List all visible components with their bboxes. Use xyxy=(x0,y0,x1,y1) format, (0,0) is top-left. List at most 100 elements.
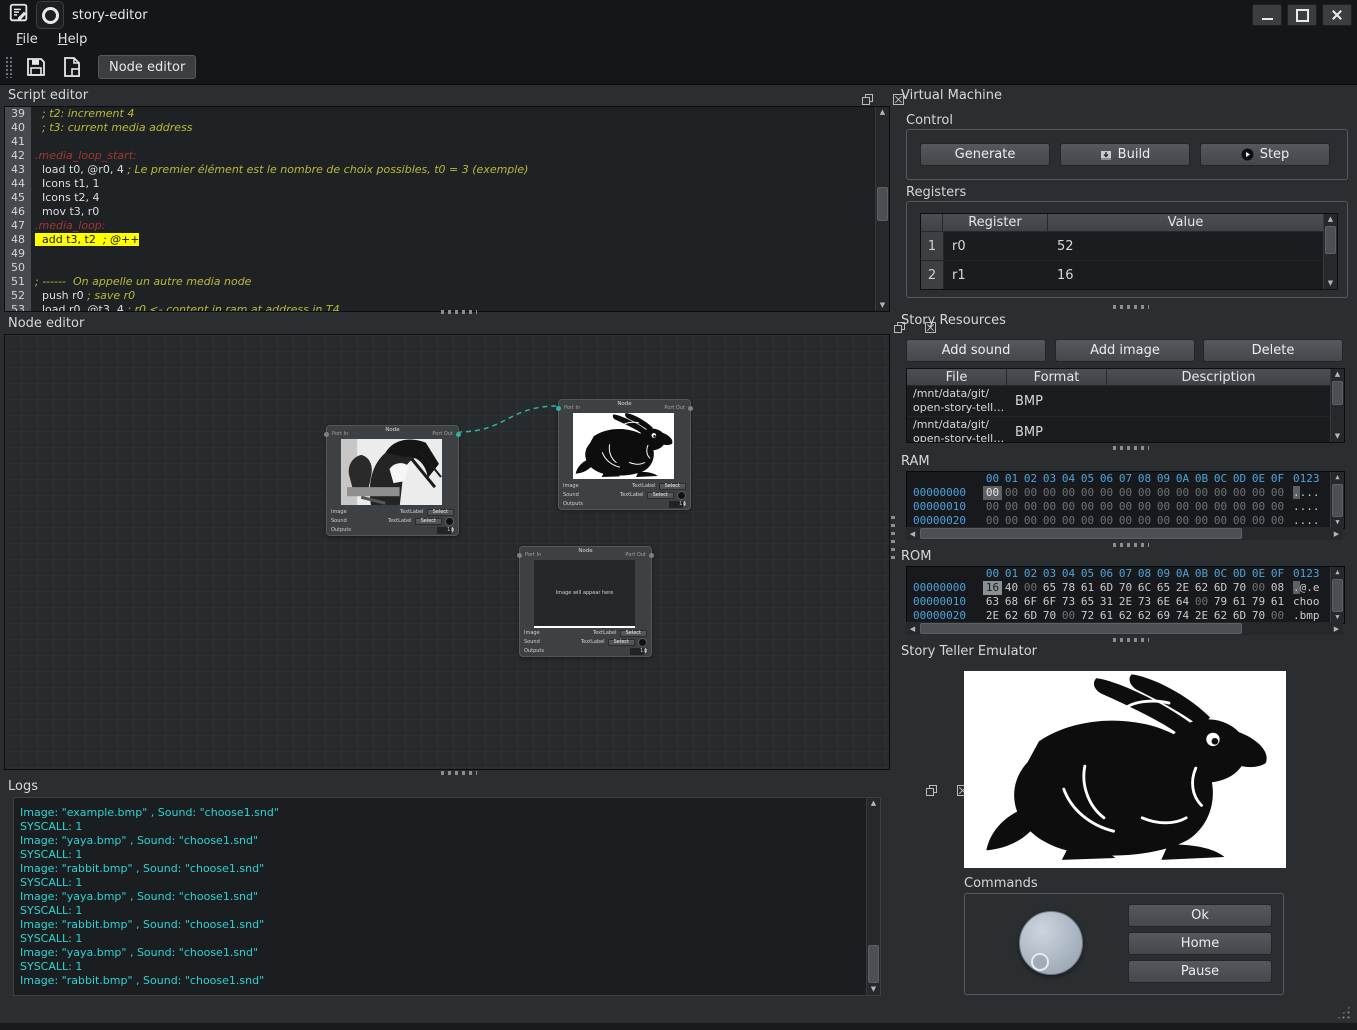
hex-byte[interactable]: 62 xyxy=(1135,609,1154,623)
registers-table[interactable]: RegisterValue1r0522r116▲▼ xyxy=(920,213,1338,290)
scroll-down-arrow-icon[interactable]: ▼ xyxy=(876,300,889,311)
hex-byte[interactable]: 00 xyxy=(1268,486,1287,500)
outputs-spinbox[interactable]: 1▲▼ xyxy=(630,648,647,655)
hex-byte[interactable]: 2E xyxy=(1173,581,1192,595)
table-row[interactable]: 2r116 xyxy=(921,261,1337,290)
hex-byte[interactable]: 00 xyxy=(1192,595,1211,609)
hex-byte[interactable]: 70 xyxy=(1116,581,1135,595)
hex-byte[interactable]: 00 xyxy=(1211,500,1230,514)
hex-byte[interactable]: 00 xyxy=(1097,514,1116,528)
script-line[interactable]: 44 Icons t1, 1 xyxy=(5,177,889,191)
spin-arrows-icon[interactable]: ▲▼ xyxy=(451,527,454,534)
hex-byte[interactable]: 62 xyxy=(1192,581,1211,595)
hex-byte[interactable]: 00 xyxy=(1059,500,1078,514)
hex-byte[interactable]: 00 xyxy=(983,500,1002,514)
hex-vscrollbar[interactable]: ▲▼ xyxy=(1330,472,1344,528)
hex-byte[interactable]: 62 xyxy=(1002,609,1021,623)
hex-byte[interactable]: 00 xyxy=(1268,609,1287,623)
resources-table[interactable]: FileFormatDescription/mnt/data/git/ open… xyxy=(906,368,1345,443)
sound-play-icon[interactable] xyxy=(677,491,686,500)
hex-byte[interactable]: 00 xyxy=(1230,500,1249,514)
hex-byte[interactable]: 00 xyxy=(1097,486,1116,500)
script-editor[interactable]: 39 ; t2: increment 440 ; t3: current med… xyxy=(4,106,890,312)
hex-byte[interactable]: 2E xyxy=(983,609,1002,623)
hex-byte[interactable]: 00 xyxy=(1078,514,1097,528)
splitter-ram-rom[interactable] xyxy=(1113,543,1149,547)
scrollbar-thumb[interactable] xyxy=(1332,484,1343,517)
hex-byte[interactable]: 61 xyxy=(1230,595,1249,609)
minimize-button[interactable] xyxy=(1252,4,1282,26)
hex-byte[interactable]: 65 xyxy=(1040,581,1059,595)
scroll-up-arrow-icon[interactable]: ▲ xyxy=(867,798,880,809)
hex-byte[interactable]: 00 xyxy=(1059,514,1078,528)
scrollbar-thumb[interactable] xyxy=(920,623,1242,634)
hex-byte[interactable]: 00 xyxy=(1249,514,1268,528)
splitter-resources-ram[interactable] xyxy=(1113,446,1149,450)
hex-byte[interactable]: 00 xyxy=(983,486,1002,500)
hex-byte[interactable]: 00 xyxy=(1059,609,1078,623)
hex-byte[interactable]: 00 xyxy=(1154,514,1173,528)
hex-byte[interactable]: 40 xyxy=(1002,581,1021,595)
hex-byte[interactable]: 00 xyxy=(1249,500,1268,514)
hex-byte[interactable]: 2E xyxy=(1116,595,1135,609)
scroll-right-arrow-icon[interactable]: ▶ xyxy=(1330,625,1343,633)
hex-byte[interactable]: 00 xyxy=(1135,486,1154,500)
column-header-value[interactable]: Value xyxy=(1048,214,1324,232)
splitter-node-logs[interactable] xyxy=(441,771,477,775)
script-line[interactable]: 39 ; t2: increment 4 xyxy=(5,107,889,121)
hex-row[interactable]: 0000002000000000000000000000000000000000… xyxy=(907,514,1344,528)
hex-byte[interactable]: 6D xyxy=(1211,581,1230,595)
port-out-dot[interactable] xyxy=(688,406,693,411)
hex-byte[interactable]: 00 xyxy=(1116,486,1135,500)
logs-scrollbar[interactable]: ▲ ▼ xyxy=(866,798,880,995)
hex-byte[interactable]: 00 xyxy=(1040,514,1059,528)
hex-byte[interactable]: 70 xyxy=(1040,609,1059,623)
scroll-down-arrow-icon[interactable]: ▼ xyxy=(867,984,880,995)
hex-byte[interactable]: 00 xyxy=(1116,500,1135,514)
port-in-dot[interactable] xyxy=(517,553,522,558)
script-line[interactable]: 42.media_loop_start: xyxy=(5,149,889,163)
hex-byte[interactable]: 61 xyxy=(1078,581,1097,595)
script-editor-scrollbar[interactable]: ▲ ▼ xyxy=(875,107,889,311)
save-button[interactable] xyxy=(24,55,48,79)
script-line[interactable]: 49 xyxy=(5,247,889,261)
hex-byte[interactable]: 00 xyxy=(1135,500,1154,514)
hex-byte[interactable]: 00 xyxy=(1268,500,1287,514)
hex-byte[interactable]: 00 xyxy=(1002,500,1021,514)
hex-byte[interactable]: 00 xyxy=(1249,581,1268,595)
script-line[interactable]: 50 xyxy=(5,261,889,275)
resource-row[interactable]: /mnt/data/git/ open-story-tell…BMP xyxy=(907,417,1344,443)
hex-byte[interactable]: 00 xyxy=(983,514,1002,528)
outputs-spinbox[interactable]: 1▲▼ xyxy=(437,527,454,534)
hex-byte[interactable]: 00 xyxy=(1192,486,1211,500)
hex-byte[interactable]: 00 xyxy=(1135,514,1154,528)
hex-row[interactable]: 0000001000000000000000000000000000000000… xyxy=(907,500,1344,514)
hex-byte[interactable]: 00 xyxy=(1230,486,1249,500)
scrollbar-thumb[interactable] xyxy=(1325,226,1336,254)
spin-arrows-icon[interactable]: ▲▼ xyxy=(644,648,647,655)
hex-byte[interactable]: 00 xyxy=(1192,500,1211,514)
hex-byte[interactable]: 63 xyxy=(983,595,1002,609)
menu-item-file[interactable]: File xyxy=(6,30,48,50)
story-node[interactable]: NodePort InPort OutImage will appear her… xyxy=(519,546,652,657)
hex-byte[interactable]: 00 xyxy=(1211,486,1230,500)
hex-byte[interactable]: 6F xyxy=(1040,595,1059,609)
hex-byte[interactable]: 00 xyxy=(1154,486,1173,500)
hex-byte[interactable]: 68 xyxy=(1002,595,1021,609)
hex-byte[interactable]: 00 xyxy=(1154,500,1173,514)
hex-byte[interactable]: 00 xyxy=(1002,514,1021,528)
script-line[interactable]: 40 ; t3: current media address xyxy=(5,121,889,135)
select-button[interactable]: Select xyxy=(659,483,686,490)
scroll-right-arrow-icon[interactable]: ▶ xyxy=(1330,530,1343,538)
script-line[interactable]: 51; ------ On appelle un autre media nod… xyxy=(5,275,889,289)
hex-byte[interactable]: 69 xyxy=(1154,609,1173,623)
hex-byte[interactable]: 6C xyxy=(1135,581,1154,595)
hex-byte[interactable]: 74 xyxy=(1173,609,1192,623)
table-row[interactable]: 1r052 xyxy=(921,232,1337,261)
add-image-button[interactable]: Add image xyxy=(1055,339,1195,362)
splitter-rom-emulator[interactable] xyxy=(1113,638,1149,642)
hex-byte[interactable]: 00 xyxy=(1230,514,1249,528)
scroll-down-arrow-icon[interactable]: ▼ xyxy=(1331,431,1344,442)
script-line[interactable]: 45 Icons t2, 4 xyxy=(5,191,889,205)
step-button[interactable]: Step xyxy=(1200,143,1330,166)
